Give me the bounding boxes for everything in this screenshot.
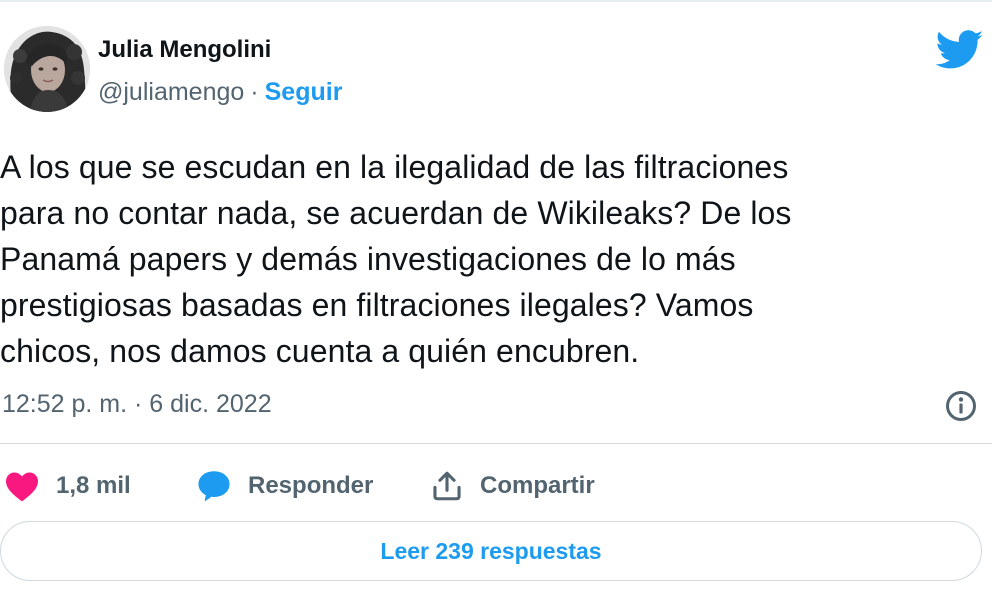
read-replies-label: Leer 239 respuestas — [380, 537, 602, 564]
heart-icon — [6, 472, 38, 502]
tweet-timestamp[interactable]: 12:52 p. m. · 6 dic. 2022 — [2, 390, 272, 419]
author-meta: @juliamengo · Seguir — [98, 78, 342, 107]
read-replies-button[interactable]: Leer 239 respuestas — [0, 521, 982, 581]
twitter-bird-icon[interactable] — [936, 30, 984, 70]
tweet-embed: Julia Mengolini @juliamengo · Seguir A los… — [0, 0, 992, 606]
follow-link[interactable]: Seguir — [265, 78, 343, 106]
reply-label: Responder — [248, 472, 374, 499]
info-icon[interactable] — [944, 389, 978, 423]
likes-count: 1,8 mil — [56, 472, 131, 499]
actions-divider — [0, 443, 992, 444]
tweet-text: A los que se escudan en la ilegalidad de… — [0, 149, 792, 369]
reply-button[interactable]: Responder — [196, 466, 373, 506]
author-avatar[interactable] — [4, 26, 90, 112]
meta-separator: · — [250, 78, 259, 106]
share-upload-icon — [433, 471, 461, 501]
like-button[interactable]: 1,8 mil — [4, 466, 131, 506]
speech-bubble-icon — [198, 471, 230, 502]
author-name[interactable]: Julia Mengolini — [98, 36, 271, 64]
share-button[interactable]: Compartir — [430, 466, 595, 506]
author-handle[interactable]: @juliamengo — [98, 78, 244, 106]
share-label: Compartir — [480, 472, 595, 499]
top-divider — [0, 0, 992, 2]
avatar-portrait-icon — [4, 26, 90, 112]
